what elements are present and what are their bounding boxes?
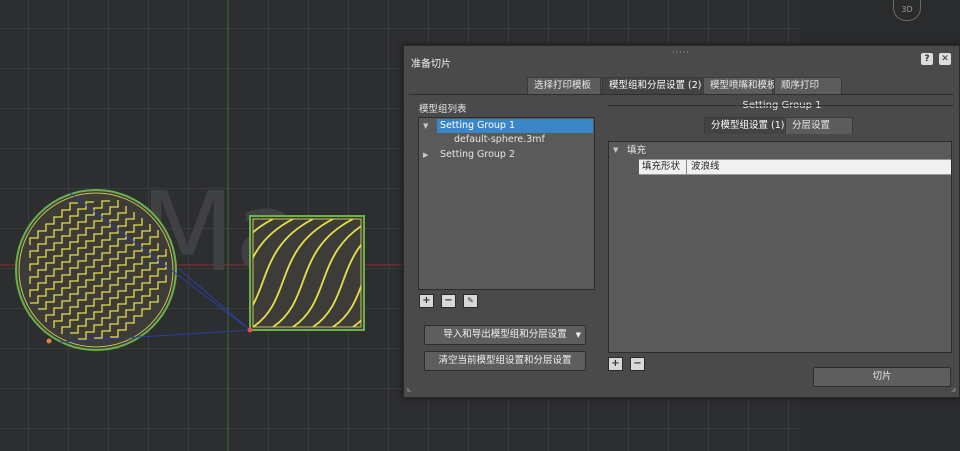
import-export-label: 导入和导出模型组和分层设置	[443, 329, 567, 340]
dialog-title: 准备切片	[411, 59, 451, 70]
tab-select-template[interactable]: 选择打印模板	[527, 77, 601, 94]
tab-nozzle-template[interactable]: 模型喷嘴和模板	[703, 77, 777, 94]
plus-icon: +	[611, 358, 620, 369]
tree-item-label: Setting Group 2	[440, 149, 516, 160]
tab-model-groups[interactable]: 模型组和分层设置 (2)	[602, 77, 702, 94]
group-list-heading: 模型组列表	[419, 104, 467, 115]
resize-grip-icon[interactable]: ◣	[407, 386, 412, 393]
tree-item-setting-group-1[interactable]: ▼ Setting Group 1	[419, 119, 594, 133]
prepare-slice-dialog: ····· 准备切片 ? ✕ 选择打印模板 模型组和分层设置 (2) 模型喷嘴和…	[403, 45, 960, 398]
collapse-arrow-icon[interactable]: ▶	[423, 148, 428, 162]
expand-arrow-icon[interactable]: ▼	[613, 144, 618, 157]
tree-item-label: default-sphere.3mf	[454, 134, 545, 145]
setting-sub-tabs: 分模型组设置 (1) 分层设置	[704, 117, 854, 134]
minus-icon: −	[633, 358, 642, 369]
slice-button[interactable]: 切片	[813, 367, 951, 387]
property-grid: ▼ 填充 填充形状 波浪线	[608, 141, 952, 353]
tree-item-label: Setting Group 1	[437, 119, 593, 133]
pencil-icon: ✎	[467, 296, 474, 305]
category-label: 填充	[627, 145, 647, 156]
tab-divider	[409, 94, 954, 95]
clear-settings-button[interactable]: 清空当前模型组设置和分层设置	[424, 351, 586, 371]
help-button[interactable]: ?	[921, 53, 933, 65]
property-name: 填充形状	[642, 161, 681, 172]
dialog-tabs: 选择打印模板 模型组和分层设置 (2) 模型喷嘴和模板 顺序打印	[527, 77, 843, 94]
close-button[interactable]: ✕	[939, 53, 951, 65]
setting-divider	[608, 105, 954, 106]
clear-settings-label: 清空当前模型组设置和分层设置	[438, 355, 572, 366]
property-divider	[686, 160, 687, 174]
tab-layer-settings[interactable]: 分层设置	[785, 117, 853, 134]
expand-arrow-icon[interactable]: ▼	[423, 119, 428, 133]
tab-group-settings[interactable]: 分模型组设置 (1)	[704, 117, 784, 134]
model-group-tree[interactable]: ▼ Setting Group 1 default-sphere.3mf ▶ S…	[418, 117, 595, 290]
dropdown-arrow-icon: ▼	[575, 331, 581, 339]
tab-sequential-print[interactable]: 顺序打印	[774, 77, 842, 94]
drag-handle[interactable]: ·····	[672, 48, 690, 57]
resize-grip-icon[interactable]: ◢	[951, 386, 956, 393]
seam-marker	[46, 338, 52, 344]
remove-property-button[interactable]: −	[630, 357, 645, 371]
property-row[interactable]: 填充形状 波浪线	[639, 159, 951, 175]
plus-icon: +	[422, 295, 431, 306]
property-value[interactable]: 波浪线	[691, 160, 720, 174]
tree-item-model-file[interactable]: default-sphere.3mf	[419, 133, 594, 147]
travel-marker	[247, 327, 253, 333]
property-category[interactable]: ▼ 填充	[609, 144, 951, 157]
tree-item-setting-group-2[interactable]: ▶ Setting Group 2	[419, 148, 594, 162]
remove-group-button[interactable]: −	[441, 294, 456, 308]
add-property-button[interactable]: +	[608, 357, 623, 371]
add-group-button[interactable]: +	[419, 294, 434, 308]
sphere-slice[interactable]	[15, 189, 177, 351]
edit-group-button[interactable]: ✎	[463, 294, 478, 308]
minus-icon: −	[444, 295, 453, 306]
import-export-button[interactable]: 导入和导出模型组和分层设置 ▼	[424, 325, 586, 345]
